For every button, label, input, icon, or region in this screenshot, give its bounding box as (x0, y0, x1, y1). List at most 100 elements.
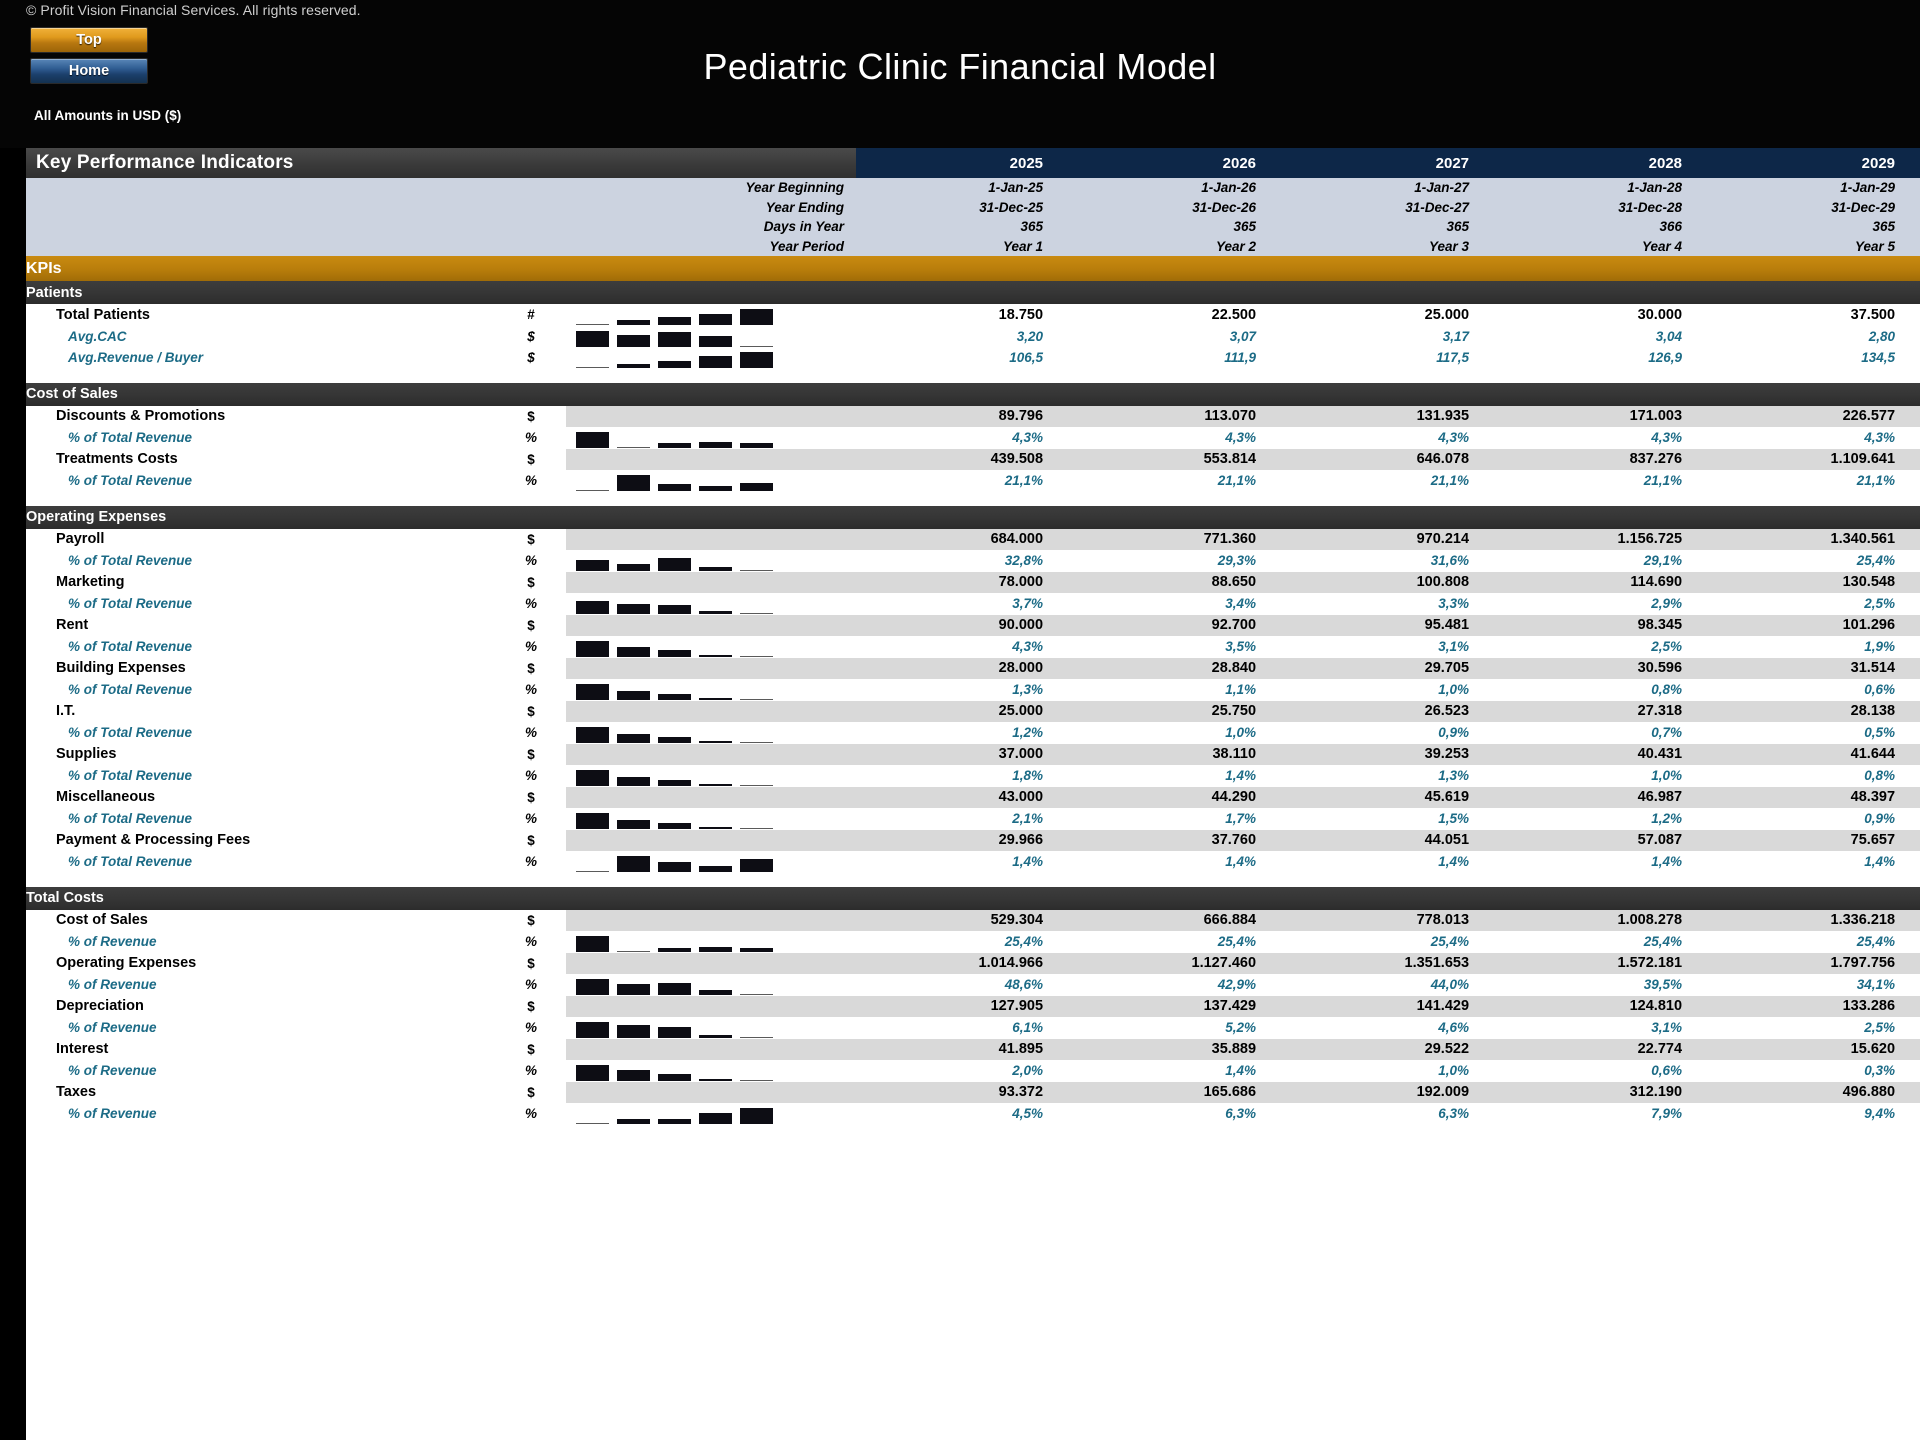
sparkline-bar (740, 1079, 773, 1082)
cell-value-2025: 529.304 (856, 909, 1070, 931)
cell-value-2029: 4,3% (1864, 430, 1896, 446)
meta-value: Year 5 (1708, 236, 1920, 256)
row-unit: $ (527, 574, 535, 590)
sparkline-bar (617, 950, 650, 953)
sparkline-bar (576, 559, 609, 572)
kpi-table-body: Key Performance Indicators 2025 2026 2027 20… (26, 148, 1920, 1139)
cell-value-2026: 1,4% (1225, 1063, 1257, 1079)
sparkline-bar (699, 313, 732, 326)
sparkline-bar (658, 693, 691, 701)
cell-value-2025: 1,8% (1012, 768, 1044, 784)
sparkline-bar (617, 1118, 650, 1125)
cell-value-2027: 29.705 (1282, 657, 1496, 679)
section-spacer (26, 872, 1920, 887)
meta-value: 31-Dec-27 (1282, 197, 1496, 217)
row-label: Total Patients (56, 306, 150, 323)
cell-value-2025: 1.014.966 (856, 952, 1070, 974)
row-label: Avg.CAC (68, 328, 127, 344)
cell-value-2028: 0,6% (1651, 1063, 1683, 1079)
row-unit: % (524, 430, 537, 446)
cell-value-2027: 100.808 (1282, 571, 1496, 593)
meta-label: Year Period (26, 236, 857, 256)
meta-value: 366 (1495, 217, 1709, 237)
cell-value-2025: 106,5 (1009, 350, 1044, 366)
sparkline (566, 1060, 856, 1082)
cell-value-2027: 4,3% (1438, 430, 1470, 446)
row-unit: $ (527, 660, 535, 676)
sparkline-cell (566, 931, 856, 953)
sparkline-bar (576, 366, 609, 369)
sparkline-bar (658, 330, 691, 347)
cell-value-2029: 75.657 (1708, 829, 1920, 851)
row-unit: % (524, 854, 537, 870)
cell-value-2025: 90.000 (856, 614, 1070, 636)
cell-value-2029: 1,4% (1864, 854, 1896, 870)
cell-value-2028: 124.810 (1495, 995, 1709, 1017)
cell-value-2027: 95.481 (1282, 614, 1496, 636)
sparkline-bar (740, 442, 773, 449)
cell-value-2027: 970.214 (1282, 528, 1496, 550)
cell-value-2028: 27.318 (1495, 700, 1709, 722)
cell-value-2026: 38.110 (1069, 743, 1283, 765)
row-unit: % (524, 768, 537, 784)
sparkline-cell (566, 679, 856, 701)
kpi-table: Key Performance Indicators 2025 2026 2027 20… (26, 148, 1920, 1139)
table-row: Building Expenses $28.000 28.840 29.705 30.5… (26, 657, 1920, 679)
spacer-cell (26, 368, 1920, 383)
cell-value-2026: 92.700 (1069, 614, 1283, 636)
cell-value-2029: 101.296 (1708, 614, 1920, 636)
section-title: Key Performance Indicators (26, 148, 857, 178)
cell-value-2029: 15.620 (1708, 1038, 1920, 1060)
table-row: Supplies $37.000 38.110 39.253 40.431 41.644 (26, 743, 1920, 765)
cell-value-2026: 22.500 (1211, 306, 1257, 323)
spacer-cell (26, 491, 1920, 506)
sparkline-bar (617, 563, 650, 572)
row-label: % of Total Revenue (68, 811, 193, 827)
spreadsheet-body: Key Performance Indicators 2025 2026 2027 20… (0, 148, 1920, 1440)
cell-value-2029: 9,4% (1864, 1106, 1896, 1122)
sparkline-bar (658, 442, 691, 449)
row-unit: $ (527, 703, 535, 719)
cell-value-2026: 113.070 (1069, 405, 1283, 427)
sparkline-bar (576, 489, 609, 492)
sparkline-bar (740, 947, 773, 953)
sparkline-bar (576, 978, 609, 996)
sparkline-bar (576, 683, 609, 701)
row-unit: $ (527, 408, 535, 424)
sparkline-bar (576, 600, 609, 615)
table-row: % of Total Revenue% 3,7% 3,4% 3,3% 2,9% 2,5% (26, 593, 1920, 615)
row-label: Building Expenses (56, 660, 186, 677)
cell-value-2025: 4,3% (1012, 430, 1044, 446)
row-label: % of Revenue (68, 1063, 157, 1079)
table-row: % of Total Revenue% 2,1% 1,7% 1,5% 1,2% 0,9% (26, 808, 1920, 830)
cell-value-2027: 1.351.653 (1282, 952, 1496, 974)
spacer-cell (26, 872, 1920, 887)
row-label: Operating Expenses (56, 955, 197, 972)
row-label: % of Total Revenue (68, 639, 193, 655)
group-header-label: Cost of Sales (26, 382, 1920, 406)
meta-row: Year Ending 31-Dec-25 31-Dec-26 31-Dec-27 31… (26, 197, 1920, 217)
sparkline-cell (566, 995, 857, 1017)
cell-value-2027: 26.523 (1282, 700, 1496, 722)
row-label: Treatments Costs (56, 451, 178, 468)
table-row: % of Total Revenue% 4,3% 4,3% 4,3% 4,3% 4,3% (26, 427, 1920, 449)
cell-value-2027: 1,3% (1438, 768, 1470, 784)
cell-value-2026: 165.686 (1069, 1081, 1283, 1103)
row-label: % of Total Revenue (68, 768, 193, 784)
cell-value-2029: 0,8% (1864, 768, 1896, 784)
cell-value-2027: 25.000 (1424, 306, 1470, 323)
cell-value-2029: 1,9% (1864, 639, 1896, 655)
year-header-2025: 2025 (856, 148, 1070, 178)
meta-label: Year Beginning (26, 178, 857, 198)
sparkline-bar (740, 351, 773, 369)
row-unit: % (524, 1063, 537, 1079)
sparkline (566, 722, 856, 744)
left-rail (0, 148, 26, 1440)
cell-value-2027: 117,5 (1436, 350, 1470, 366)
cell-value-2028: 837.276 (1495, 448, 1709, 470)
cell-value-2029: 226.577 (1708, 405, 1920, 427)
sparkline-cell (566, 593, 856, 615)
sparkline-bar (658, 604, 691, 615)
row-label: % of Total Revenue (68, 725, 193, 741)
sparkline-cell (566, 571, 857, 593)
